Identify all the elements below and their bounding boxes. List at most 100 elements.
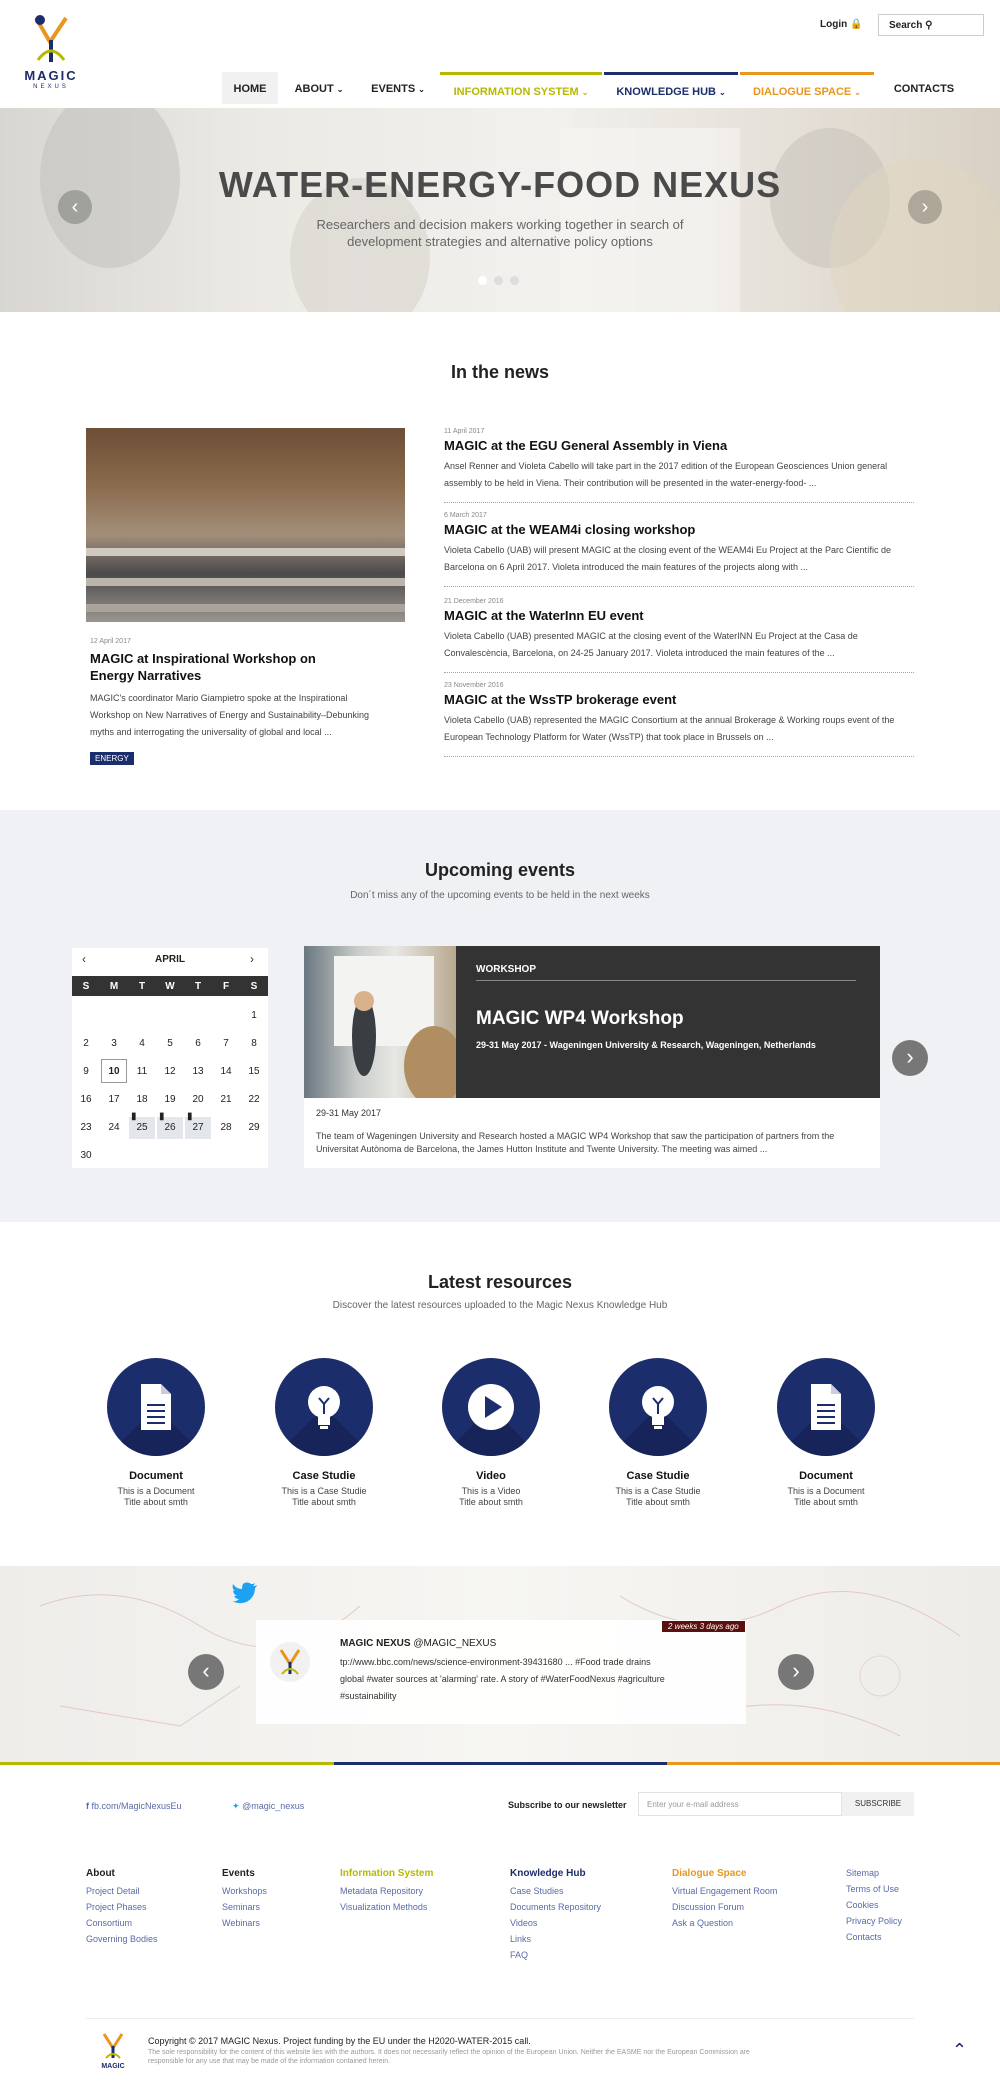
calendar-day[interactable]: 19 — [156, 1094, 184, 1105]
calendar-day[interactable]: 8 — [240, 1038, 268, 1049]
resource-circle[interactable] — [275, 1358, 373, 1456]
subscribe-button[interactable]: SUBSCRIBE — [842, 1792, 914, 1816]
slide-dot-1[interactable] — [478, 276, 487, 285]
calendar-day[interactable]: 6 — [184, 1038, 212, 1049]
footer-link[interactable]: Sitemap — [846, 1868, 879, 1878]
footer-link[interactable]: Ask a Question — [672, 1918, 733, 1928]
news-title[interactable]: MAGIC at the WEAM4i closing workshop — [444, 522, 914, 537]
news-item[interactable]: 11 April 2017 MAGIC at the EGU General A… — [444, 428, 914, 503]
calendar-day[interactable]: 10 — [100, 1066, 128, 1077]
newsletter-email-input[interactable]: Enter your e-mail address — [638, 1792, 842, 1816]
calendar-day[interactable]: 15 — [240, 1066, 268, 1077]
news-title[interactable]: MAGIC at the WssTP brokerage event — [444, 692, 914, 707]
footer-link[interactable]: Workshops — [222, 1886, 267, 1896]
nav-contacts[interactable]: CONTACTS — [882, 72, 966, 104]
calendar-day[interactable]: 17 — [100, 1094, 128, 1105]
event-image[interactable] — [304, 946, 456, 1098]
calendar-day[interactable]: 28 — [212, 1122, 240, 1133]
calendar-day[interactable]: 24 — [100, 1122, 128, 1133]
calendar-day[interactable]: 27 — [184, 1122, 212, 1133]
tweet-prev-button[interactable]: ‹ — [188, 1654, 224, 1690]
calendar-day[interactable]: 23 — [72, 1122, 100, 1133]
twitter-link[interactable]: ✦ @magic_nexus — [232, 1801, 304, 1812]
calendar-day[interactable]: 1 — [240, 1010, 268, 1021]
news-title[interactable]: MAGIC at the WaterInn EU event — [444, 608, 914, 623]
event-title[interactable]: MAGIC WP4 Workshop — [476, 1008, 684, 1030]
calendar-day[interactable]: 26 — [156, 1122, 184, 1133]
footer-link[interactable]: Seminars — [222, 1902, 260, 1912]
hero-next-button[interactable]: › — [908, 190, 942, 224]
back-to-top-button[interactable]: ⌃ — [952, 2040, 967, 2061]
footer-link[interactable]: Privacy Policy — [846, 1916, 902, 1926]
calendar-day[interactable]: 3 — [100, 1038, 128, 1049]
avatar[interactable] — [270, 1642, 310, 1682]
resource-circle[interactable] — [777, 1358, 875, 1456]
news-item[interactable]: 23 November 2016 MAGIC at the WssTP brok… — [444, 682, 914, 757]
magic-nexus-logo[interactable]: MAGIC NEXUS — [20, 12, 82, 94]
calendar-day[interactable]: 20 — [184, 1094, 212, 1105]
footer-link[interactable]: FAQ — [510, 1950, 528, 1960]
resource-item[interactable]: Document This is a Document Title about … — [96, 1358, 216, 1508]
resource-item[interactable]: Video This is a Video Title about smth — [431, 1358, 551, 1508]
footer-link[interactable]: Visualization Methods — [340, 1902, 427, 1912]
resource-item[interactable]: Case Studie This is a Case Studie Title … — [264, 1358, 384, 1508]
calendar-day[interactable]: 25 — [128, 1122, 156, 1133]
calendar-day[interactable]: 12 — [156, 1066, 184, 1077]
footer-link[interactable]: Terms of Use — [846, 1884, 899, 1894]
resource-circle[interactable] — [107, 1358, 205, 1456]
footer-logo[interactable]: MAGIC — [96, 2030, 130, 2070]
events-next-button[interactable]: › — [892, 1040, 928, 1076]
calendar-day[interactable]: 30 — [72, 1150, 100, 1161]
nav-information-system[interactable]: INFORMATION SYSTEM ⌄ — [440, 72, 602, 104]
search-box[interactable]: Search ⚲ — [878, 14, 984, 36]
energy-tag[interactable]: ENERGY — [90, 752, 134, 765]
calendar-day[interactable]: 18 — [128, 1094, 156, 1105]
footer-link[interactable]: Links — [510, 1934, 531, 1944]
footer-link[interactable]: Project Phases — [86, 1902, 147, 1912]
resource-item[interactable]: Case Studie This is a Case Studie Title … — [598, 1358, 718, 1508]
nav-about[interactable]: ABOUT ⌄ — [286, 72, 352, 104]
footer-link[interactable]: Contacts — [846, 1932, 882, 1942]
footer-link[interactable]: Virtual Engagement Room — [672, 1886, 777, 1896]
footer-link[interactable]: Webinars — [222, 1918, 260, 1928]
news-item[interactable]: 6 March 2017 MAGIC at the WEAM4i closing… — [444, 512, 914, 587]
nav-dialogue-space[interactable]: DIALOGUE SPACE ⌄ — [740, 72, 874, 104]
footer-link[interactable]: Discussion Forum — [672, 1902, 744, 1912]
resource-item[interactable]: Document This is a Document Title about … — [766, 1358, 886, 1508]
calendar-day[interactable]: 11 — [128, 1066, 156, 1077]
hero-prev-button[interactable]: ‹ — [58, 190, 92, 224]
footer-link[interactable]: Case Studies — [510, 1886, 564, 1896]
tweet-author[interactable]: MAGIC NEXUS @MAGIC_NEXUS — [340, 1638, 496, 1649]
footer-link[interactable]: Governing Bodies — [86, 1934, 158, 1944]
calendar-day[interactable]: 21 — [212, 1094, 240, 1105]
footer-link[interactable]: Documents Repository — [510, 1902, 601, 1912]
slide-dot-3[interactable] — [510, 276, 519, 285]
calendar-day[interactable]: 4 — [128, 1038, 156, 1049]
nav-home[interactable]: HOME — [222, 72, 278, 104]
calendar-day[interactable]: 9 — [72, 1066, 100, 1077]
featured-news-image[interactable] — [86, 428, 405, 622]
footer-link[interactable]: Videos — [510, 1918, 537, 1928]
resource-circle[interactable] — [609, 1358, 707, 1456]
footer-link[interactable]: Consortium — [86, 1918, 132, 1928]
calendar-day[interactable]: 2 — [72, 1038, 100, 1049]
footer-link[interactable]: Project Detail — [86, 1886, 140, 1896]
calendar-day[interactable]: 7 — [212, 1038, 240, 1049]
nav-knowledge-hub[interactable]: KNOWLEDGE HUB ⌄ — [604, 72, 738, 104]
calendar-day[interactable]: 29 — [240, 1122, 268, 1133]
news-title[interactable]: MAGIC at the EGU General Assembly in Vie… — [444, 438, 914, 453]
calendar-day[interactable]: 16 — [72, 1094, 100, 1105]
tweet-next-button[interactable]: › — [778, 1654, 814, 1690]
footer-link[interactable]: Cookies — [846, 1900, 879, 1910]
login-link[interactable]: Login 🔒 — [820, 19, 862, 30]
calendar-day[interactable]: 13 — [184, 1066, 212, 1077]
resource-circle[interactable] — [442, 1358, 540, 1456]
news-item[interactable]: 21 December 2016 MAGIC at the WaterInn E… — [444, 598, 914, 673]
facebook-link[interactable]: f fb.com/MagicNexusEu — [86, 1801, 182, 1811]
calendar-day[interactable]: 14 — [212, 1066, 240, 1077]
slide-dot-2[interactable] — [494, 276, 503, 285]
nav-events[interactable]: EVENTS ⌄ — [362, 72, 434, 104]
calendar-day[interactable]: 5 — [156, 1038, 184, 1049]
calendar-day[interactable]: 22 — [240, 1094, 268, 1105]
footer-link[interactable]: Metadata Repository — [340, 1886, 423, 1896]
